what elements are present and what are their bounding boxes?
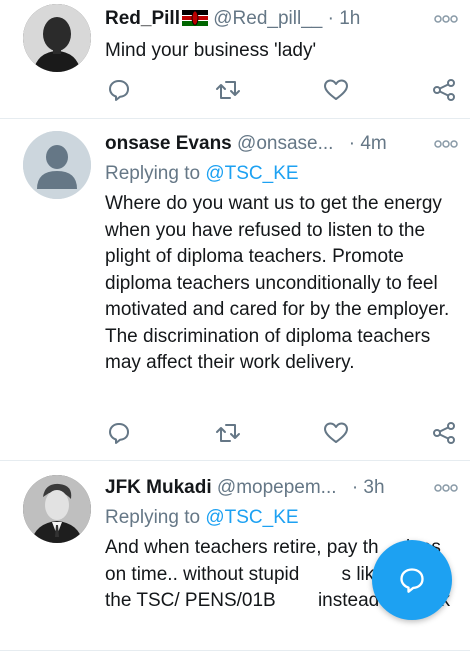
handle[interactable]: @mopepem... <box>217 477 337 498</box>
mention-link[interactable]: @TSC_KE <box>205 163 298 184</box>
tweet-actions <box>105 78 455 104</box>
handle[interactable]: @onsase... <box>237 133 333 154</box>
separator-dot: · <box>351 477 359 498</box>
compose-reply-icon <box>400 568 424 593</box>
separator-dot: · <box>327 8 334 29</box>
avatar-photo <box>23 475 91 543</box>
separator-dot: · <box>348 133 356 154</box>
reply-icon[interactable] <box>107 421 133 447</box>
tweet-header: Red_Pill @Red_pill__ · 1h <box>105 6 458 32</box>
tweet-actions <box>105 421 455 447</box>
mention-link[interactable]: @TSC_KE <box>205 507 298 528</box>
compose-reply-button[interactable] <box>372 540 452 620</box>
default-avatar-icon <box>23 131 91 199</box>
timestamp[interactable]: 1h <box>339 8 360 29</box>
kenya-flag-icon <box>181 8 208 26</box>
reply-icon[interactable] <box>107 78 133 104</box>
avatar[interactable] <box>23 475 91 543</box>
more-dots-icon[interactable] <box>434 475 458 501</box>
display-name[interactable]: Red_Pill <box>105 8 180 29</box>
replying-to: Replying to @TSC_KE <box>105 161 458 187</box>
display-name[interactable]: JFK Mukadi <box>105 477 212 498</box>
tweet-text: Mind your business 'lady' <box>105 40 317 61</box>
tweet-header: onsase Evans @onsase... · 4m <box>105 131 458 157</box>
tweet[interactable]: onsase Evans @onsase... · 4m Replying to… <box>0 119 470 460</box>
more-dots-icon[interactable] <box>434 6 458 32</box>
tweet-header: JFK Mukadi @mopepem... · 3h <box>105 475 458 501</box>
tweet[interactable]: Red_Pill @Red_pill__ · 1h Mind your busi… <box>0 0 470 118</box>
handle[interactable]: @Red_pill__ <box>213 8 322 29</box>
avatar[interactable] <box>23 4 91 72</box>
heart-icon[interactable] <box>323 78 349 104</box>
retweet-icon[interactable] <box>215 78 241 104</box>
more-dots-icon[interactable] <box>434 131 458 157</box>
replying-to-label: Replying to <box>105 163 201 184</box>
replying-to: Replying to @TSC_KE <box>105 505 458 531</box>
heart-icon[interactable] <box>323 421 349 447</box>
timestamp[interactable]: 3h <box>363 477 384 498</box>
retweet-icon[interactable] <box>215 421 241 447</box>
tweet-text: Where do you want us to get the energy w… <box>105 193 450 373</box>
divider <box>0 650 470 651</box>
share-icon[interactable] <box>431 421 457 447</box>
display-name[interactable]: onsase Evans <box>105 133 232 154</box>
avatar[interactable] <box>23 131 91 199</box>
share-icon[interactable] <box>431 78 457 104</box>
avatar-photo <box>23 4 91 72</box>
timestamp[interactable]: 4m <box>360 133 386 154</box>
replying-to-label: Replying to <box>105 507 201 528</box>
